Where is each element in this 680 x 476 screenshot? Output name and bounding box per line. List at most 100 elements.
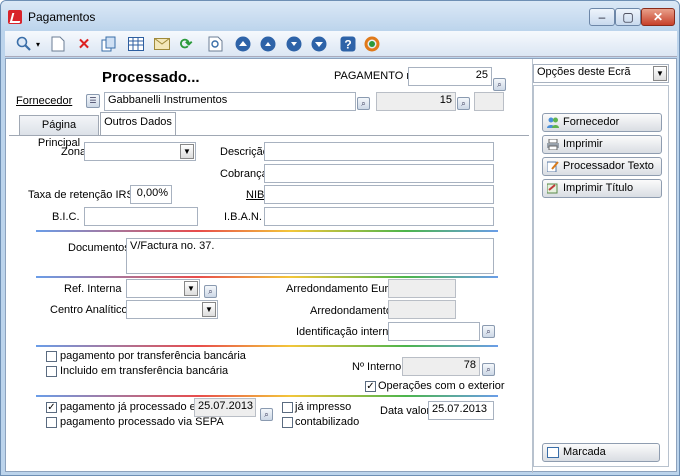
bic-label: B.I.C. (52, 211, 80, 223)
iban-label: I.B.A.N. (224, 211, 262, 223)
taxa-field[interactable]: 0,00% (130, 185, 172, 204)
num-interno-field: 78 (402, 357, 480, 376)
sepa-checkbox[interactable] (46, 417, 57, 428)
form-area: Processado... PAGAMENTO nº 25 ⌕ Forneced… (5, 58, 677, 473)
search-icon[interactable] (15, 35, 33, 53)
title-bar[interactable]: Pagamentos – ▢ ✕ (1, 1, 679, 31)
ref-interna-select[interactable]: ▼ (126, 279, 200, 298)
first-record-icon[interactable] (234, 35, 252, 53)
documentos-label: Documentos (68, 242, 130, 254)
lookup-icon[interactable]: ⌕ (493, 78, 506, 91)
lookup-icon[interactable]: ⌕ (357, 97, 370, 110)
arred-euros-field (388, 279, 456, 298)
bic-field[interactable] (84, 207, 198, 226)
nib-label: NIB (246, 189, 265, 201)
maximize-button[interactable]: ▢ (615, 8, 641, 26)
impresso-checkbox[interactable] (282, 402, 293, 413)
transf-checkbox[interactable] (46, 351, 57, 362)
minimize-button[interactable]: – (589, 8, 615, 26)
users-icon (547, 117, 559, 128)
lookup-icon[interactable]: ⌕ (260, 408, 273, 421)
payment-number-field[interactable]: 25 (408, 67, 492, 86)
lookup-icon[interactable]: ⌕ (457, 97, 470, 110)
fornecedor-button-label: Fornecedor (563, 116, 620, 128)
supplier-name-field[interactable]: Gabbanelli Instrumentos (104, 92, 356, 111)
nib-field[interactable] (264, 185, 494, 204)
data-valor-field[interactable]: 25.07.2013 (428, 401, 494, 420)
incluido-checkbox[interactable] (46, 366, 57, 377)
processado-date-field: 25.07.2013 (194, 398, 256, 417)
refresh-icon[interactable]: ⟳ (177, 35, 195, 53)
centro-select[interactable]: ▼ (126, 300, 218, 319)
supplier-list-icon[interactable]: ☰ (86, 94, 100, 108)
exterior-label: Operações com o exterior (378, 380, 505, 392)
processador-texto-button[interactable]: Processador Texto (542, 157, 662, 176)
last-record-icon[interactable] (310, 35, 328, 53)
section-divider (36, 345, 498, 347)
chevron-down-icon[interactable]: ▼ (180, 144, 194, 159)
data-valor-label: Data valor (380, 405, 431, 417)
chevron-down-icon[interactable]: ▼ (184, 281, 198, 296)
centro-label: Centro Analítico (50, 304, 128, 316)
next-record-icon[interactable] (285, 35, 303, 53)
edit-document-icon (546, 161, 559, 173)
exterior-checkbox[interactable]: ✓ (365, 381, 376, 392)
section-divider (36, 230, 498, 232)
transf-label: pagamento por transferência bancária (60, 350, 246, 362)
chevron-down-icon[interactable]: ▼ (653, 66, 667, 81)
processado-label: pagamento já processado em (60, 401, 205, 413)
descricao-field[interactable] (264, 142, 494, 161)
window-title: Pagamentos (28, 10, 96, 24)
zona-label: Zona (61, 146, 87, 158)
ident-field[interactable] (388, 322, 480, 341)
zona-select[interactable]: ▼ (84, 142, 196, 161)
status-title: Processado... (102, 69, 200, 86)
table-icon[interactable] (127, 35, 145, 53)
marcada-button[interactable]: Marcada (542, 443, 660, 462)
print-title-icon (546, 183, 559, 194)
incluido-label: Incluido em transferência bancária (60, 365, 229, 377)
num-interno-label: Nº Interno (352, 361, 402, 373)
toolbar: ▾ ✕ ⟳ ? (5, 31, 677, 57)
arred-field (388, 300, 456, 319)
documentos-field[interactable]: V/Factura no. 37. (126, 238, 494, 274)
preview-icon[interactable] (207, 35, 225, 53)
tab-pagina-principal[interactable]: Página Principal (19, 115, 99, 149)
tab-outros-dados[interactable]: Outros Dados (100, 112, 176, 136)
imprimir-button-label: Imprimir (563, 138, 603, 150)
imprimir-titulo-button[interactable]: Imprimir Título (542, 179, 662, 198)
imprimir-button[interactable]: Imprimir (542, 135, 662, 154)
previous-record-icon[interactable] (259, 35, 277, 53)
imprimir-titulo-button-label: Imprimir Título (563, 182, 634, 194)
contabilizado-checkbox[interactable] (282, 417, 293, 428)
fornecedor-button[interactable]: Fornecedor (542, 113, 662, 132)
lookup-icon[interactable]: ⌕ (204, 285, 217, 298)
search-dropdown-icon[interactable]: ▾ (33, 35, 43, 53)
arred-label: Arredondamento (310, 305, 392, 317)
ident-label: Identificação interna (296, 326, 395, 338)
chevron-down-icon[interactable]: ▼ (202, 302, 216, 317)
sepa-label: pagamento processado via SEPA (60, 416, 224, 428)
copy-icon[interactable] (100, 35, 118, 53)
cobranca-field[interactable] (264, 164, 494, 183)
marcada-label: Marcada (563, 446, 606, 458)
taxa-label: Taxa de retenção IRS (28, 189, 134, 201)
help-icon[interactable]: ? (339, 35, 357, 53)
mail-icon[interactable] (153, 35, 171, 53)
descricao-label: Descrição (220, 146, 269, 158)
iban-field[interactable] (264, 207, 494, 226)
tab-divider (9, 135, 529, 136)
pagamentos-window: Pagamentos – ▢ ✕ ▾ ✕ ⟳ ? Processado... P… (0, 0, 680, 476)
opcoes-select[interactable]: Opções deste Ecrã ▼ (533, 64, 669, 83)
processador-texto-button-label: Processador Texto (563, 160, 654, 172)
cobranca-label: Cobrança (220, 168, 268, 180)
lookup-icon[interactable]: ⌕ (482, 363, 495, 376)
close-button[interactable]: ✕ (641, 8, 675, 26)
new-document-icon[interactable] (49, 35, 67, 53)
section-divider (36, 276, 498, 278)
section-divider (36, 395, 498, 397)
delete-icon[interactable]: ✕ (75, 35, 93, 53)
lookup-icon[interactable]: ⌕ (482, 325, 495, 338)
processado-checkbox[interactable]: ✓ (46, 402, 57, 413)
exit-icon[interactable] (363, 35, 381, 53)
